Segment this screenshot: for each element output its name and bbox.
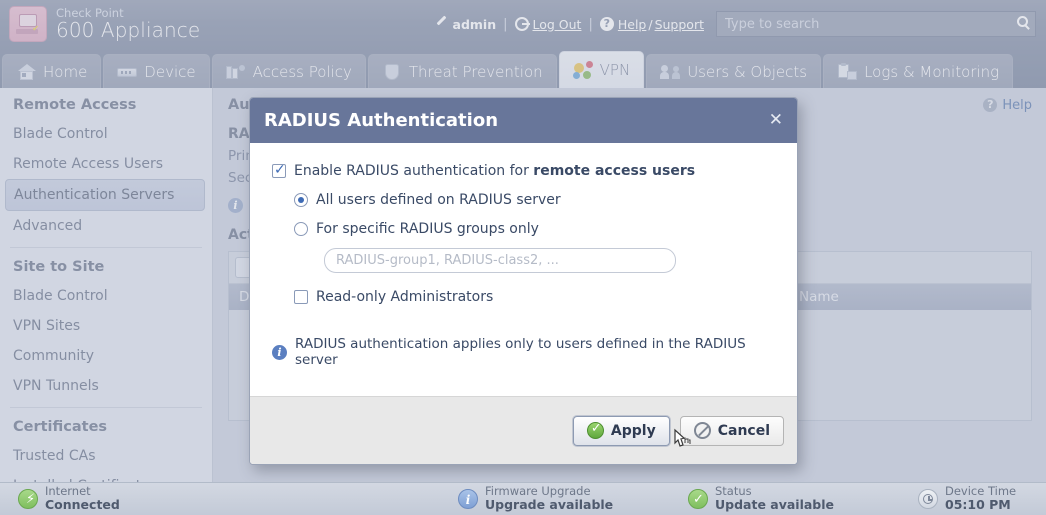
status-device-time: Device Time 05:10 PM <box>918 484 1016 513</box>
clock-icon <box>918 489 938 509</box>
enable-radius-label: Enable RADIUS authentication for remote … <box>294 163 695 179</box>
radio-specific-groups-label: For specific RADIUS groups only <box>316 221 539 237</box>
internet-bolt-icon: ⚡ <box>18 489 38 509</box>
info-icon: i <box>458 489 478 509</box>
status-bar: ⚡ Internet Connected i Firmware Upgrade … <box>0 482 1046 515</box>
radio-all-users-label: All users defined on RADIUS server <box>316 192 561 208</box>
radius-authentication-dialog: RADIUS Authentication ✕ Enable RADIUS au… <box>249 97 798 465</box>
readonly-admins-row[interactable]: Read-only Administrators <box>294 289 775 305</box>
info-icon: i <box>272 344 287 360</box>
application-window: ✔ Check Point 600 Appliance admin | Log … <box>0 0 1046 515</box>
cancel-button[interactable]: Cancel <box>679 415 784 446</box>
enable-radius-row[interactable]: Enable RADIUS authentication for remote … <box>272 162 775 179</box>
radio-all-users-row[interactable]: All users defined on RADIUS server <box>294 192 775 208</box>
check-circle-icon <box>586 421 604 439</box>
dialog-note: i RADIUS authentication applies only to … <box>272 336 775 368</box>
dialog-body: Enable RADIUS authentication for remote … <box>250 143 797 396</box>
status-internet: ⚡ Internet Connected <box>18 484 458 513</box>
status-internet-value: Connected <box>45 497 120 513</box>
status-firmware-value: Upgrade available <box>485 497 614 513</box>
status-update-value: Update available <box>715 497 835 513</box>
radio-specific-groups[interactable] <box>294 222 308 236</box>
enable-radius-text: Enable RADIUS authentication for <box>294 163 534 179</box>
enable-radius-bold: remote access users <box>533 163 696 179</box>
readonly-admins-label: Read-only Administrators <box>316 289 494 305</box>
enable-radius-checkbox[interactable] <box>272 162 286 178</box>
check-icon: ✓ <box>688 489 708 509</box>
status-update: ✓ Status Update available <box>688 484 918 513</box>
dialog-titlebar: RADIUS Authentication ✕ <box>250 98 797 143</box>
status-firmware: i Firmware Upgrade Upgrade available <box>458 484 688 513</box>
dialog-title: RADIUS Authentication <box>264 110 499 131</box>
apply-button[interactable]: Apply <box>572 415 670 446</box>
radius-groups-input[interactable] <box>324 248 676 273</box>
radio-specific-groups-row[interactable]: For specific RADIUS groups only <box>294 221 775 237</box>
dialog-note-text: RADIUS authentication applies only to us… <box>295 336 746 368</box>
dialog-footer: Apply Cancel <box>250 396 797 464</box>
cancel-button-label: Cancel <box>717 422 770 439</box>
close-icon[interactable]: ✕ <box>769 112 783 129</box>
radio-all-users[interactable] <box>294 193 308 207</box>
no-entry-icon <box>693 422 711 439</box>
readonly-admins-checkbox[interactable] <box>294 290 308 304</box>
apply-button-label: Apply <box>610 422 656 439</box>
status-device-time-value: 05:10 PM <box>945 497 1011 513</box>
